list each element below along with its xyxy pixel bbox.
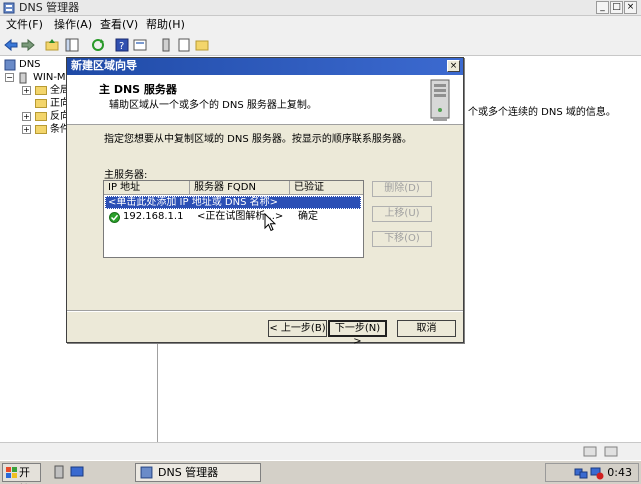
tree-expand-toggle[interactable]: + xyxy=(22,125,31,134)
tree-root-label[interactable]: DNS xyxy=(19,58,41,71)
menu-view[interactable]: 查看(V) xyxy=(100,18,138,32)
tree-collapse-toggle[interactable]: − xyxy=(5,73,14,82)
close-button[interactable]: × xyxy=(624,1,637,14)
taskbar-dns-manager[interactable]: DNS 管理器 xyxy=(135,463,261,482)
status-panel-icon xyxy=(583,446,597,457)
document-icon[interactable] xyxy=(176,37,192,53)
window-title: DNS 管理器 xyxy=(19,1,80,14)
tree-expand-toggle[interactable]: + xyxy=(22,112,31,121)
mouse-cursor-icon xyxy=(264,213,276,232)
status-panel-icon xyxy=(604,446,618,457)
show-tree-icon[interactable] xyxy=(64,37,80,53)
column-header-verified[interactable]: 已验证 xyxy=(290,181,363,195)
refresh-icon[interactable] xyxy=(90,37,106,53)
folder-note-icon[interactable] xyxy=(194,37,210,53)
toolbar: ? xyxy=(0,34,641,56)
column-header-fqdn[interactable]: 服务器 FQDN xyxy=(190,181,290,195)
menu-action[interactable]: 操作(A) xyxy=(54,18,92,32)
system-tray: 0:43 xyxy=(545,463,639,482)
folder-icon xyxy=(35,125,47,134)
check-ok-icon xyxy=(109,212,120,223)
folder-icon xyxy=(35,112,47,121)
minimize-button[interactable]: _ xyxy=(596,1,609,14)
maximize-button[interactable]: □ xyxy=(610,1,623,14)
properties-icon[interactable] xyxy=(132,37,148,53)
server-tool-icon[interactable] xyxy=(158,37,174,53)
delete-button[interactable]: 删除(D) xyxy=(372,181,432,197)
move-up-button[interactable]: 上移(U) xyxy=(372,206,432,222)
row-ip: 192.168.1.1 xyxy=(123,211,184,222)
up-folder-icon[interactable] xyxy=(44,37,60,53)
master-servers-label: 主服务器: xyxy=(104,170,148,181)
wizard-titlebar[interactable]: 新建区域向导 × xyxy=(67,58,463,75)
status-bar xyxy=(0,442,641,460)
forward-arrow-icon[interactable] xyxy=(20,37,36,53)
show-desktop-icon[interactable] xyxy=(70,465,84,479)
wizard-close-button[interactable]: × xyxy=(447,60,460,72)
taskbar: 开始 DNS 管理器 0:43 xyxy=(0,460,641,484)
folder-icon xyxy=(35,86,47,95)
wizard-page-title: 主 DNS 服务器 xyxy=(99,83,177,96)
help-icon[interactable]: ? xyxy=(114,37,130,53)
start-button[interactable]: 开始 xyxy=(2,463,41,484)
server-tower-icon xyxy=(430,79,450,121)
main-titlebar: DNS 管理器 _ □ × xyxy=(0,0,641,16)
next-button[interactable]: 下一步(N) > xyxy=(328,320,387,347)
wizard-instruction: 指定您想要从中复制区域的 DNS 服务器。按显示的顺序联系服务器。 xyxy=(104,134,412,145)
back-arrow-icon[interactable] xyxy=(3,37,19,53)
move-down-button[interactable]: 下移(O) xyxy=(372,231,432,247)
menu-file[interactable]: 文件(F) xyxy=(6,18,43,32)
svg-text:?: ? xyxy=(119,41,124,52)
back-button[interactable]: < 上一步(B) xyxy=(268,320,327,337)
server-manager-icon[interactable] xyxy=(52,465,66,479)
table-row[interactable]: 192.168.1.1 <正在试图解析...> 确定 xyxy=(105,210,361,224)
dns-app-icon xyxy=(140,466,153,479)
server-node-icon xyxy=(19,72,27,84)
dns-root-icon xyxy=(4,59,16,71)
cancel-button[interactable]: 取消 xyxy=(397,320,456,337)
windows-flag-icon xyxy=(6,467,17,478)
menu-help[interactable]: 帮助(H) xyxy=(146,18,185,32)
wizard-page-subtitle: 辅助区域从一个或多个的 DNS 服务器上复制。 xyxy=(109,100,317,111)
tree-expand-toggle[interactable]: + xyxy=(22,86,31,95)
network-icon[interactable] xyxy=(574,466,588,480)
master-server-list[interactable]: IP 地址 服务器 FQDN 已验证 <单击此处添加 IP 地址或 DNS 名称… xyxy=(103,180,364,258)
column-header-ip[interactable]: IP 地址 xyxy=(104,181,190,195)
wizard-title: 新建区域向导 xyxy=(71,59,137,72)
clock: 0:43 xyxy=(607,466,632,479)
details-text: 个或多个连续的 DNS 域的信息。 xyxy=(468,107,616,118)
dns-app-icon xyxy=(3,2,15,14)
network-error-icon[interactable] xyxy=(590,466,604,480)
folder-icon xyxy=(35,99,47,108)
add-server-row[interactable]: <单击此处添加 IP 地址或 DNS 名称> xyxy=(105,196,361,209)
new-zone-wizard-dialog: 新建区域向导 × 主 DNS 服务器 辅助区域从一个或多个的 DNS 服务器上复… xyxy=(66,57,464,347)
wizard-header: 主 DNS 服务器 辅助区域从一个或多个的 DNS 服务器上复制。 xyxy=(67,75,463,125)
row-verified: 确定 xyxy=(298,211,318,222)
start-label: 开始 xyxy=(19,466,30,484)
taskbar-task-label: DNS 管理器 xyxy=(158,466,219,479)
wizard-separator xyxy=(67,310,463,312)
menu-bar: 文件(F) 操作(A) 查看(V) 帮助(H) xyxy=(0,16,641,34)
